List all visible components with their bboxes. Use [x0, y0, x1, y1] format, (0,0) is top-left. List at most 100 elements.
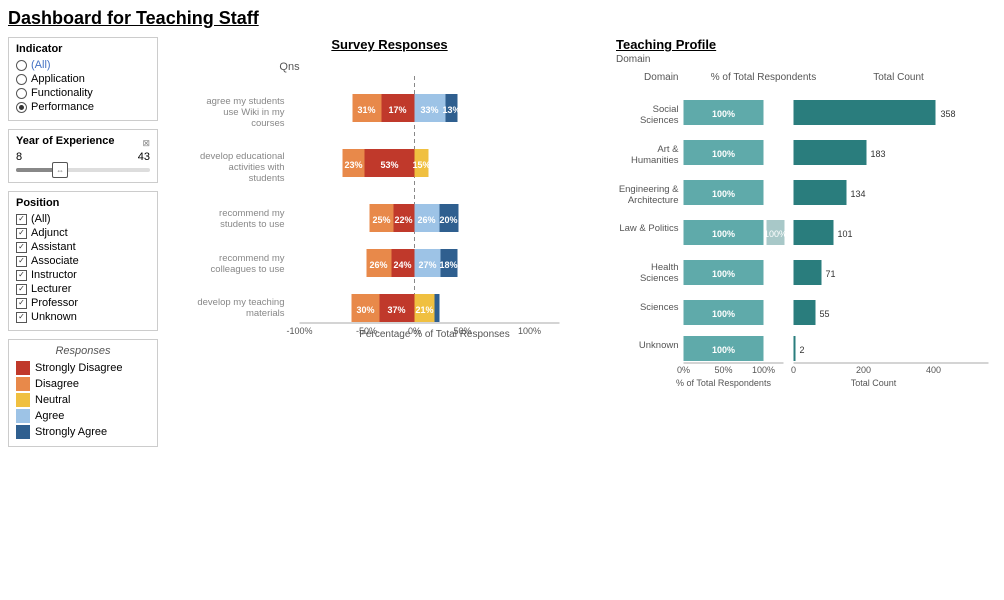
survey-responses-panel: Survey Responses Qns agree my students u…: [163, 37, 616, 597]
swatch-disagree: [16, 377, 30, 391]
svg-text:25%: 25%: [372, 215, 390, 225]
slider-arrows-icon: ⇔: [56, 166, 64, 175]
svg-text:Engineering &: Engineering &: [619, 184, 679, 195]
teaching-profile-svg: Domain % of Total Respondents Total Coun…: [616, 68, 996, 388]
pos-lecturer-label: Lecturer: [31, 283, 71, 295]
swatch-neutral: [16, 393, 30, 407]
svg-text:recommend my: recommend my: [219, 208, 285, 219]
svg-text:materials: materials: [246, 308, 285, 319]
svg-text:134: 134: [851, 189, 866, 199]
position-label: Position: [16, 197, 150, 209]
svg-text:students: students: [249, 173, 285, 184]
svg-text:courses: courses: [251, 118, 285, 129]
slider-thumb[interactable]: ⇔: [52, 162, 68, 178]
svg-text:Sciences: Sciences: [640, 115, 679, 126]
svg-text:% of Total Respondents: % of Total Respondents: [711, 72, 816, 83]
svg-text:26%: 26%: [369, 260, 387, 270]
swatch-strongly-disagree: [16, 361, 30, 375]
svg-text:activities with: activities with: [229, 162, 285, 173]
svg-text:21%: 21%: [415, 305, 433, 315]
svg-text:18%: 18%: [439, 260, 457, 270]
svg-text:358: 358: [941, 109, 956, 119]
svg-text:24%: 24%: [393, 260, 411, 270]
svg-text:Art &: Art &: [657, 144, 679, 155]
position-filter: Position (All) Adjunct Assistant Associa…: [8, 191, 158, 331]
indicator-all-label: (All): [31, 59, 51, 71]
domain-label: Domain: [616, 54, 996, 65]
pos-professor[interactable]: Professor: [16, 297, 150, 309]
svg-text:2: 2: [800, 345, 805, 355]
svg-text:100%: 100%: [712, 345, 735, 355]
svg-text:100%: 100%: [752, 365, 775, 375]
svg-text:26%: 26%: [417, 215, 435, 225]
svg-text:Domain: Domain: [644, 72, 678, 83]
year-min: 8: [16, 151, 22, 163]
svg-text:Unknown: Unknown: [639, 340, 679, 351]
legend-strongly-agree: Strongly Agree: [16, 425, 150, 439]
svg-text:recommend my: recommend my: [219, 253, 285, 264]
cb-instructor: [16, 270, 27, 281]
svg-text:Sciences: Sciences: [640, 302, 679, 313]
pos-assistant[interactable]: Assistant: [16, 241, 150, 253]
svg-text:15%: 15%: [412, 160, 430, 170]
indicator-application[interactable]: Application: [16, 73, 150, 85]
pos-assistant-label: Assistant: [31, 241, 76, 253]
svg-text:100%: 100%: [712, 189, 735, 199]
pos-instructor-label: Instructor: [31, 269, 77, 281]
radio-application: [16, 74, 27, 85]
cb-all: [16, 214, 27, 225]
svg-text:400: 400: [926, 365, 941, 375]
svg-text:23%: 23%: [344, 160, 362, 170]
diverging-chart-area: Qns agree my students use Wiki in my cou…: [168, 56, 611, 340]
svg-text:71: 71: [826, 269, 836, 279]
indicator-functionality[interactable]: Functionality: [16, 87, 150, 99]
pos-adjunct[interactable]: Adjunct: [16, 227, 150, 239]
svg-text:develop educational: develop educational: [200, 151, 285, 162]
svg-text:Sciences: Sciences: [640, 273, 679, 284]
indicator-performance[interactable]: Performance: [16, 101, 150, 113]
svg-text:30%: 30%: [356, 305, 374, 315]
legend-a-label: Agree: [35, 410, 64, 422]
legend-sa-label: Strongly Agree: [35, 426, 107, 438]
svg-text:-100%: -100%: [286, 326, 312, 336]
cb-unknown: [16, 312, 27, 323]
pos-all[interactable]: (All): [16, 213, 150, 225]
left-panel: Indicator (All) Application Functionalit…: [8, 37, 163, 597]
svg-text:22%: 22%: [394, 215, 412, 225]
legend-box: Responses Strongly Disagree Disagree Neu…: [8, 339, 158, 447]
slider-track[interactable]: ⇔: [16, 168, 150, 172]
svg-text:53%: 53%: [380, 160, 398, 170]
radio-functionality: [16, 88, 27, 99]
svg-text:0: 0: [791, 365, 796, 375]
svg-text:50%: 50%: [714, 365, 732, 375]
svg-text:% of Total Respondents: % of Total Respondents: [676, 378, 771, 388]
slider-fill: [16, 168, 56, 172]
filter-icon[interactable]: ⊠: [142, 138, 150, 149]
cb-associate: [16, 256, 27, 267]
svg-text:100%: 100%: [712, 229, 735, 239]
svg-text:students to use: students to use: [220, 219, 284, 230]
pos-unknown[interactable]: Unknown: [16, 311, 150, 323]
svg-text:use Wiki in my: use Wiki in my: [223, 107, 284, 118]
legend-agree: Agree: [16, 409, 150, 423]
svg-text:33%: 33%: [420, 105, 438, 115]
legend-strongly-disagree: Strongly Disagree: [16, 361, 150, 375]
year-experience-filter: Year of Experience ⊠ 8 43 ⇔: [8, 129, 158, 183]
svg-text:20%: 20%: [439, 215, 457, 225]
svg-text:183: 183: [871, 149, 886, 159]
legend-disagree: Disagree: [16, 377, 150, 391]
teaching-title: Teaching Profile: [616, 37, 996, 52]
indicator-all[interactable]: (All): [16, 59, 150, 71]
pos-associate[interactable]: Associate: [16, 255, 150, 267]
svg-text:develop my teaching: develop my teaching: [197, 297, 284, 308]
pos-lecturer[interactable]: Lecturer: [16, 283, 150, 295]
svg-text:Total Count: Total Count: [873, 72, 924, 83]
pos-instructor[interactable]: Instructor: [16, 269, 150, 281]
survey-chart-title: Survey Responses: [168, 37, 611, 52]
cb-assistant: [16, 242, 27, 253]
svg-text:100%: 100%: [712, 109, 735, 119]
svg-text:100%: 100%: [712, 309, 735, 319]
pos-associate-label: Associate: [31, 255, 79, 267]
year-experience-label: Year of Experience: [16, 135, 114, 147]
svg-text:17%: 17%: [388, 105, 406, 115]
